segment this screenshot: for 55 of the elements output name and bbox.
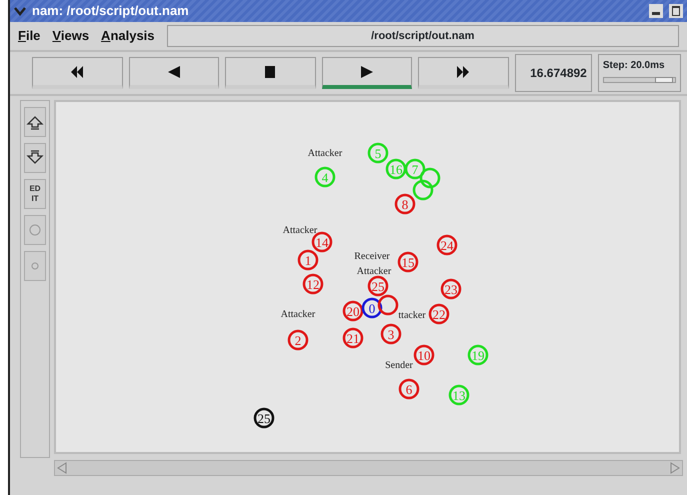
menu-item[interactable]: Views xyxy=(52,26,90,46)
playback-button[interactable] xyxy=(225,57,316,89)
network-node[interactable]: 8 xyxy=(394,194,416,214)
network-node[interactable]: 15 xyxy=(398,252,418,272)
edit-button[interactable]: ED IT xyxy=(24,179,46,209)
minimize-button[interactable] xyxy=(649,4,663,18)
zoom-out-icon xyxy=(26,150,44,166)
network-node[interactable] xyxy=(412,180,434,200)
window-title: nam: /root/script/out.nam xyxy=(32,2,190,20)
back-icon xyxy=(168,66,180,78)
playback-button[interactable] xyxy=(322,57,412,89)
play-icon xyxy=(360,66,373,78)
playback-button[interactable] xyxy=(128,57,220,89)
node-label: Receiver xyxy=(354,251,390,262)
tool-button[interactable] xyxy=(24,107,46,137)
playback-button[interactable] xyxy=(32,57,123,89)
network-node[interactable]: 20 xyxy=(342,300,364,322)
network-node[interactable]: 12 xyxy=(302,274,324,294)
network-node[interactable]: 14 xyxy=(312,232,332,252)
network-node[interactable]: 25 xyxy=(254,408,274,428)
step-slider[interactable] xyxy=(602,77,676,83)
time-display: 16.674892 xyxy=(514,54,592,92)
node-label: Attacker xyxy=(280,309,316,320)
tool-button[interactable] xyxy=(24,143,46,173)
slider-thumb[interactable] xyxy=(655,77,674,83)
menu-icon[interactable] xyxy=(14,6,26,16)
node-label: Sender xyxy=(385,360,413,371)
network-node[interactable]: 6 xyxy=(398,378,420,400)
network-node[interactable]: 24 xyxy=(436,234,458,256)
rewind-icon xyxy=(71,66,84,78)
fast-forward-icon xyxy=(457,66,470,78)
network-node[interactable]: 22 xyxy=(428,304,450,324)
network-node[interactable]: 25 xyxy=(368,276,388,296)
node-label: Attacker xyxy=(308,148,342,159)
menu-item[interactable]: Analysis xyxy=(101,26,155,46)
node-label: Attacker xyxy=(356,266,392,277)
network-node[interactable] xyxy=(420,168,440,188)
network-node[interactable] xyxy=(378,294,398,316)
zoom-in-icon xyxy=(26,114,44,130)
file-path-field: /root/script/out.nam xyxy=(166,25,679,47)
node-label: ttacker xyxy=(398,310,426,321)
network-node[interactable]: 21 xyxy=(342,328,364,348)
network-node[interactable]: 1 xyxy=(298,250,318,270)
circle-icon xyxy=(29,223,41,237)
step-label: Step: 20.0ms xyxy=(602,59,666,73)
playback-button[interactable] xyxy=(418,57,509,89)
network-node[interactable]: 2 xyxy=(288,330,308,350)
network-node[interactable]: 0 xyxy=(362,298,382,318)
network-node[interactable]: 10 xyxy=(414,344,434,366)
maximize-button[interactable] xyxy=(669,4,683,18)
maximize-icon xyxy=(672,6,680,16)
network-node[interactable]: 23 xyxy=(440,278,462,300)
menu-item[interactable]: File xyxy=(18,26,40,46)
network-node[interactable]: 3 xyxy=(380,324,402,344)
stop-icon xyxy=(264,66,276,78)
